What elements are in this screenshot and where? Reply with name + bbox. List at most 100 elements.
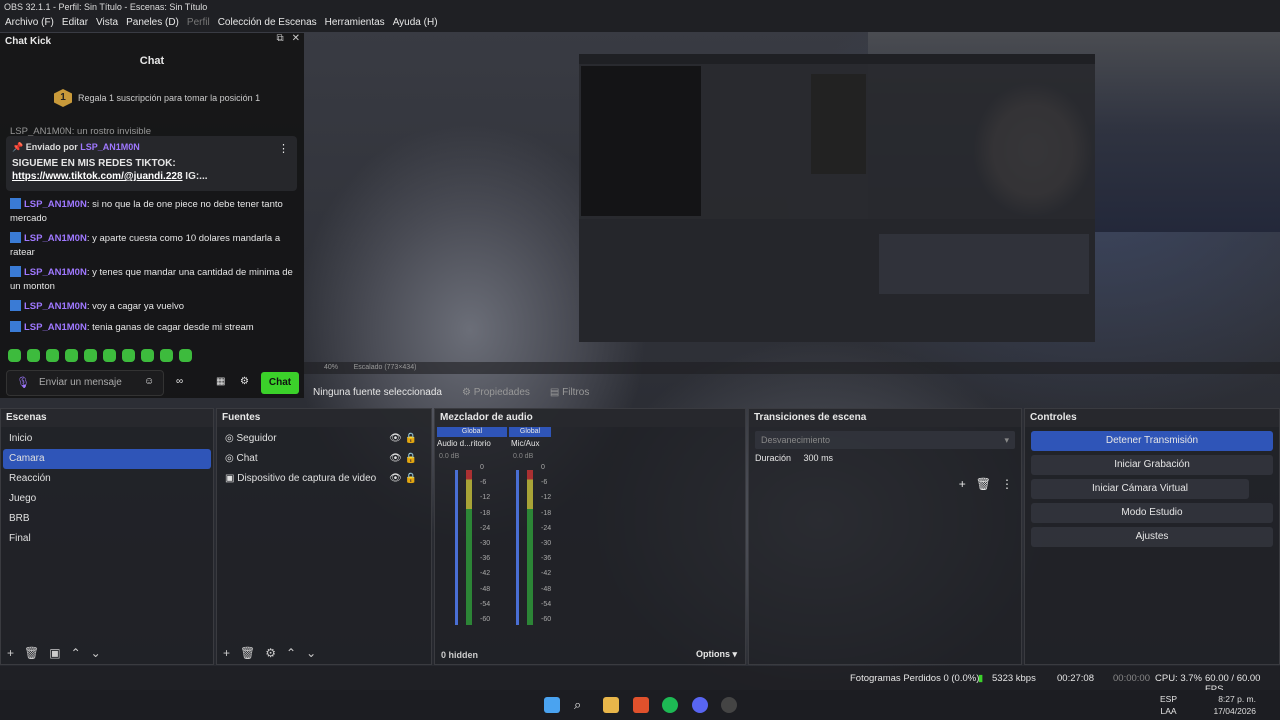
status-bar: Fotogramas Perdidos 0 (0.0%) ▮ 5323 kbps… <box>0 666 1280 695</box>
scene-item[interactable]: Reacción <box>3 469 211 489</box>
emote-icon[interactable] <box>27 349 40 362</box>
filter-icon[interactable]: ▣ <box>49 646 60 660</box>
start-recording-button[interactable]: Iniciar Grabación <box>1031 455 1273 475</box>
cpu: CPU: 3.7% <box>1155 673 1202 684</box>
message-user[interactable]: LSP_AN1M0N <box>24 322 87 333</box>
language-indicator[interactable]: ESP LAA <box>1160 693 1177 717</box>
start-icon[interactable] <box>544 697 560 713</box>
message-user[interactable]: LSP_AN1M0N <box>24 199 87 210</box>
scene-item[interactable]: Juego <box>3 489 211 509</box>
duration-input[interactable]: 300 ms <box>804 453 834 463</box>
delete-icon[interactable]: 🗑 <box>240 646 255 660</box>
meter-scale-label: -30 <box>541 540 552 547</box>
menu-tools[interactable]: Herramientas <box>325 14 385 32</box>
mic-icon[interactable]: 🎙 <box>16 376 30 389</box>
message-user[interactable]: LSP_AN1M0N <box>24 233 87 244</box>
channel-name[interactable]: Audio d...ritorio <box>437 439 491 448</box>
scene-item[interactable]: Inicio <box>3 429 211 449</box>
clock[interactable]: 8:27 p. m. 17/04/2026 <box>1213 693 1256 717</box>
menu-file[interactable]: Archivo (F) <box>5 14 54 32</box>
meter-scale-label: -48 <box>541 585 552 593</box>
zoom-level[interactable]: 40% <box>324 364 338 371</box>
studio-mode-button[interactable]: Modo Estudio <box>1031 503 1273 523</box>
add-icon[interactable]: + <box>223 646 230 660</box>
lang: ESP <box>1160 694 1178 704</box>
delete-icon[interactable]: 🗑 <box>24 646 39 660</box>
emote-icon[interactable] <box>103 349 116 362</box>
add-icon[interactable]: + <box>959 477 966 491</box>
folder-icon[interactable] <box>603 697 619 713</box>
volume-slider[interactable] <box>516 470 519 625</box>
emoji-icon[interactable]: ☺ <box>144 376 154 387</box>
scene-item[interactable]: BRB <box>3 509 211 529</box>
search-icon[interactable]: ⌕ <box>574 697 590 713</box>
emote-icon[interactable] <box>122 349 135 362</box>
settings-button[interactable]: Ajustes <box>1031 527 1273 547</box>
meter-scale-label: -42 <box>541 570 552 578</box>
emote-icon[interactable] <box>141 349 154 362</box>
menu-docks[interactable]: Paneles (D) <box>126 14 179 32</box>
spotify-icon[interactable] <box>662 697 678 713</box>
undock-icon[interactable]: ⧉ <box>276 33 283 44</box>
scene-item-selected[interactable]: Camara <box>3 449 211 469</box>
emote-icon[interactable] <box>84 349 97 362</box>
chat-header: Chat <box>139 55 165 67</box>
message-user[interactable]: LSP_AN1M0N <box>24 301 87 312</box>
emote-icon[interactable] <box>46 349 59 362</box>
emote-icon[interactable] <box>8 349 21 362</box>
gear-icon[interactable]: ⚙ <box>240 376 249 387</box>
source-item[interactable]: ◎ Seguidor 👁 🔒 <box>219 429 429 449</box>
transitions-dock: Transiciones de escena Desvanecimiento ▾ … <box>748 408 1022 665</box>
up-icon[interactable]: ⌃ <box>71 646 81 660</box>
down-icon[interactable]: ⌄ <box>306 646 316 660</box>
gear-icon[interactable]: ⚙ <box>265 646 276 660</box>
pinned-link[interactable]: https://www.tiktok.com/@juandi.228 <box>12 171 183 182</box>
emote-icon[interactable] <box>160 349 173 362</box>
obs-icon[interactable] <box>721 697 737 713</box>
delete-icon[interactable]: 🗑 <box>976 477 991 491</box>
filters-button[interactable]: ▤ Filtros <box>550 387 589 398</box>
properties-button[interactable]: ⚙ Propiedades <box>462 387 530 398</box>
menu-profile[interactable]: Perfil <box>187 14 210 32</box>
add-icon[interactable]: + <box>7 646 14 660</box>
message-user[interactable]: LSP_AN1M0N <box>24 267 87 278</box>
discord-icon[interactable] <box>692 697 708 713</box>
pin-icon[interactable]: 📌 <box>12 142 26 152</box>
link-icon[interactable]: ∞ <box>176 376 183 387</box>
scenes-dock: Escenas Inicio Camara Reacción Juego BRB… <box>0 408 214 665</box>
stop-stream-button[interactable]: Detener Transmisión <box>1031 431 1273 451</box>
brave-icon[interactable] <box>633 697 649 713</box>
close-icon[interactable]: ✕ <box>292 33 300 44</box>
down-icon[interactable]: ⌄ <box>91 646 101 660</box>
pinned-user[interactable]: LSP_AN1M0N <box>80 142 140 152</box>
up-icon[interactable]: ⌃ <box>286 646 296 660</box>
visibility-lock-icons[interactable]: 👁 🔒 <box>389 449 417 469</box>
more-icon[interactable]: ⋮ <box>278 142 289 155</box>
scene-item[interactable]: Final <box>3 529 211 549</box>
visibility-lock-icons[interactable]: 👁 🔒 <box>389 469 417 489</box>
emote-icon[interactable] <box>179 349 192 362</box>
emote-icon[interactable] <box>65 349 78 362</box>
volume-slider[interactable] <box>455 470 458 625</box>
more-icon[interactable]: ⋮ <box>1001 477 1013 491</box>
sources-dock: Fuentes ◎ Seguidor 👁 🔒 ◎ Chat 👁 🔒 ▣ Dispos… <box>216 408 432 665</box>
badge-icon <box>10 232 21 243</box>
send-chat-button[interactable]: Chat <box>261 372 299 394</box>
channel-name[interactable]: Mic/Aux <box>511 439 539 448</box>
menu-view[interactable]: Vista <box>96 14 118 32</box>
time: 8:27 p. m. <box>1218 694 1256 704</box>
menu-help[interactable]: Ayuda (H) <box>393 14 438 32</box>
source-item[interactable]: ▣ Dispositivo de captura de video 👁 🔒 <box>219 469 429 489</box>
source-item[interactable]: ◎ Chat 👁 🔒 <box>219 449 429 469</box>
transition-select[interactable]: Desvanecimiento ▾ <box>755 431 1015 449</box>
virtual-camera-button[interactable]: Iniciar Cámara Virtual <box>1031 479 1249 499</box>
options-button[interactable]: Options ▾ <box>696 649 737 660</box>
audio-mixer-dock: Mezclador de audio Global Global Audio d… <box>434 408 746 665</box>
gift-icon[interactable]: ▦ <box>216 376 225 387</box>
menu-scene-collection[interactable]: Colección de Escenas <box>218 14 317 32</box>
visibility-lock-icons[interactable]: 👁 🔒 <box>389 429 417 449</box>
menu-edit[interactable]: Editar <box>62 14 88 32</box>
source-toolbar: Ninguna fuente seleccionada ⚙ Propiedade… <box>305 380 1280 404</box>
gift-banner[interactable]: 1 Regala 1 suscripción para tomar la pos… <box>54 89 260 107</box>
pinned-tail: IG:... <box>182 171 208 182</box>
